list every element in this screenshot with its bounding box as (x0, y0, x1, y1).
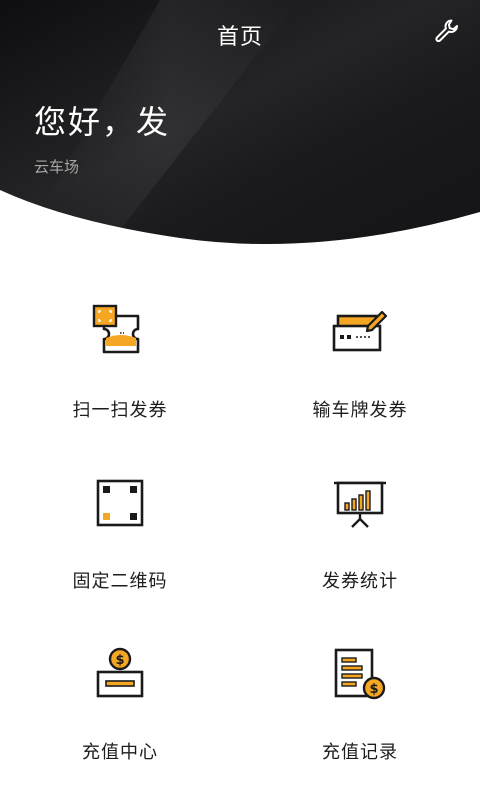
parking-lot-name: 云车场 (34, 158, 80, 176)
recharge-center-button[interactable]: $ 充值中心 (0, 632, 240, 800)
plate-input-icon (332, 310, 388, 352)
menu-label: 固定二维码 (72, 571, 168, 592)
coupon-statistics-button[interactable]: 发券统计 (240, 461, 480, 632)
plate-issue-coupon-button[interactable]: 输车牌发券 (240, 290, 480, 461)
menu-label: 扫一扫发券 (72, 400, 168, 421)
fixed-qrcode-button[interactable]: 固定二维码 (0, 461, 240, 632)
recharge-record-icon: $ (334, 648, 386, 700)
header-banner: 首页 您好，发 云车场 (0, 0, 480, 250)
menu-label: 充值记录 (322, 742, 398, 763)
function-grid: 扫一扫发券 输车牌发券 固定二维码 发券统计 $ 充值中心 $ 充值记录 (0, 290, 480, 800)
scan-ticket-icon (92, 304, 140, 354)
scan-issue-coupon-button[interactable]: 扫一扫发券 (0, 290, 240, 461)
svg-text:$: $ (115, 653, 124, 668)
recharge-icon: $ (96, 647, 144, 698)
menu-label: 充值中心 (82, 742, 158, 763)
home-screen: 首页 您好，发 云车场 扫一扫发券 输车牌发券 固定二维码 发券统计 $ 充值中… (0, 0, 480, 800)
fixed-qrcode-icon (96, 479, 144, 527)
page-title: 首页 (216, 25, 263, 50)
recharge-record-button[interactable]: $ 充值记录 (240, 632, 480, 800)
menu-label: 发券统计 (322, 571, 398, 592)
svg-text:$: $ (369, 682, 378, 697)
menu-label: 输车牌发券 (312, 400, 408, 421)
statistics-icon (334, 481, 386, 528)
settings-button[interactable] (434, 18, 462, 46)
wrench-icon (435, 19, 458, 43)
greeting-text: 您好，发 (34, 103, 171, 141)
